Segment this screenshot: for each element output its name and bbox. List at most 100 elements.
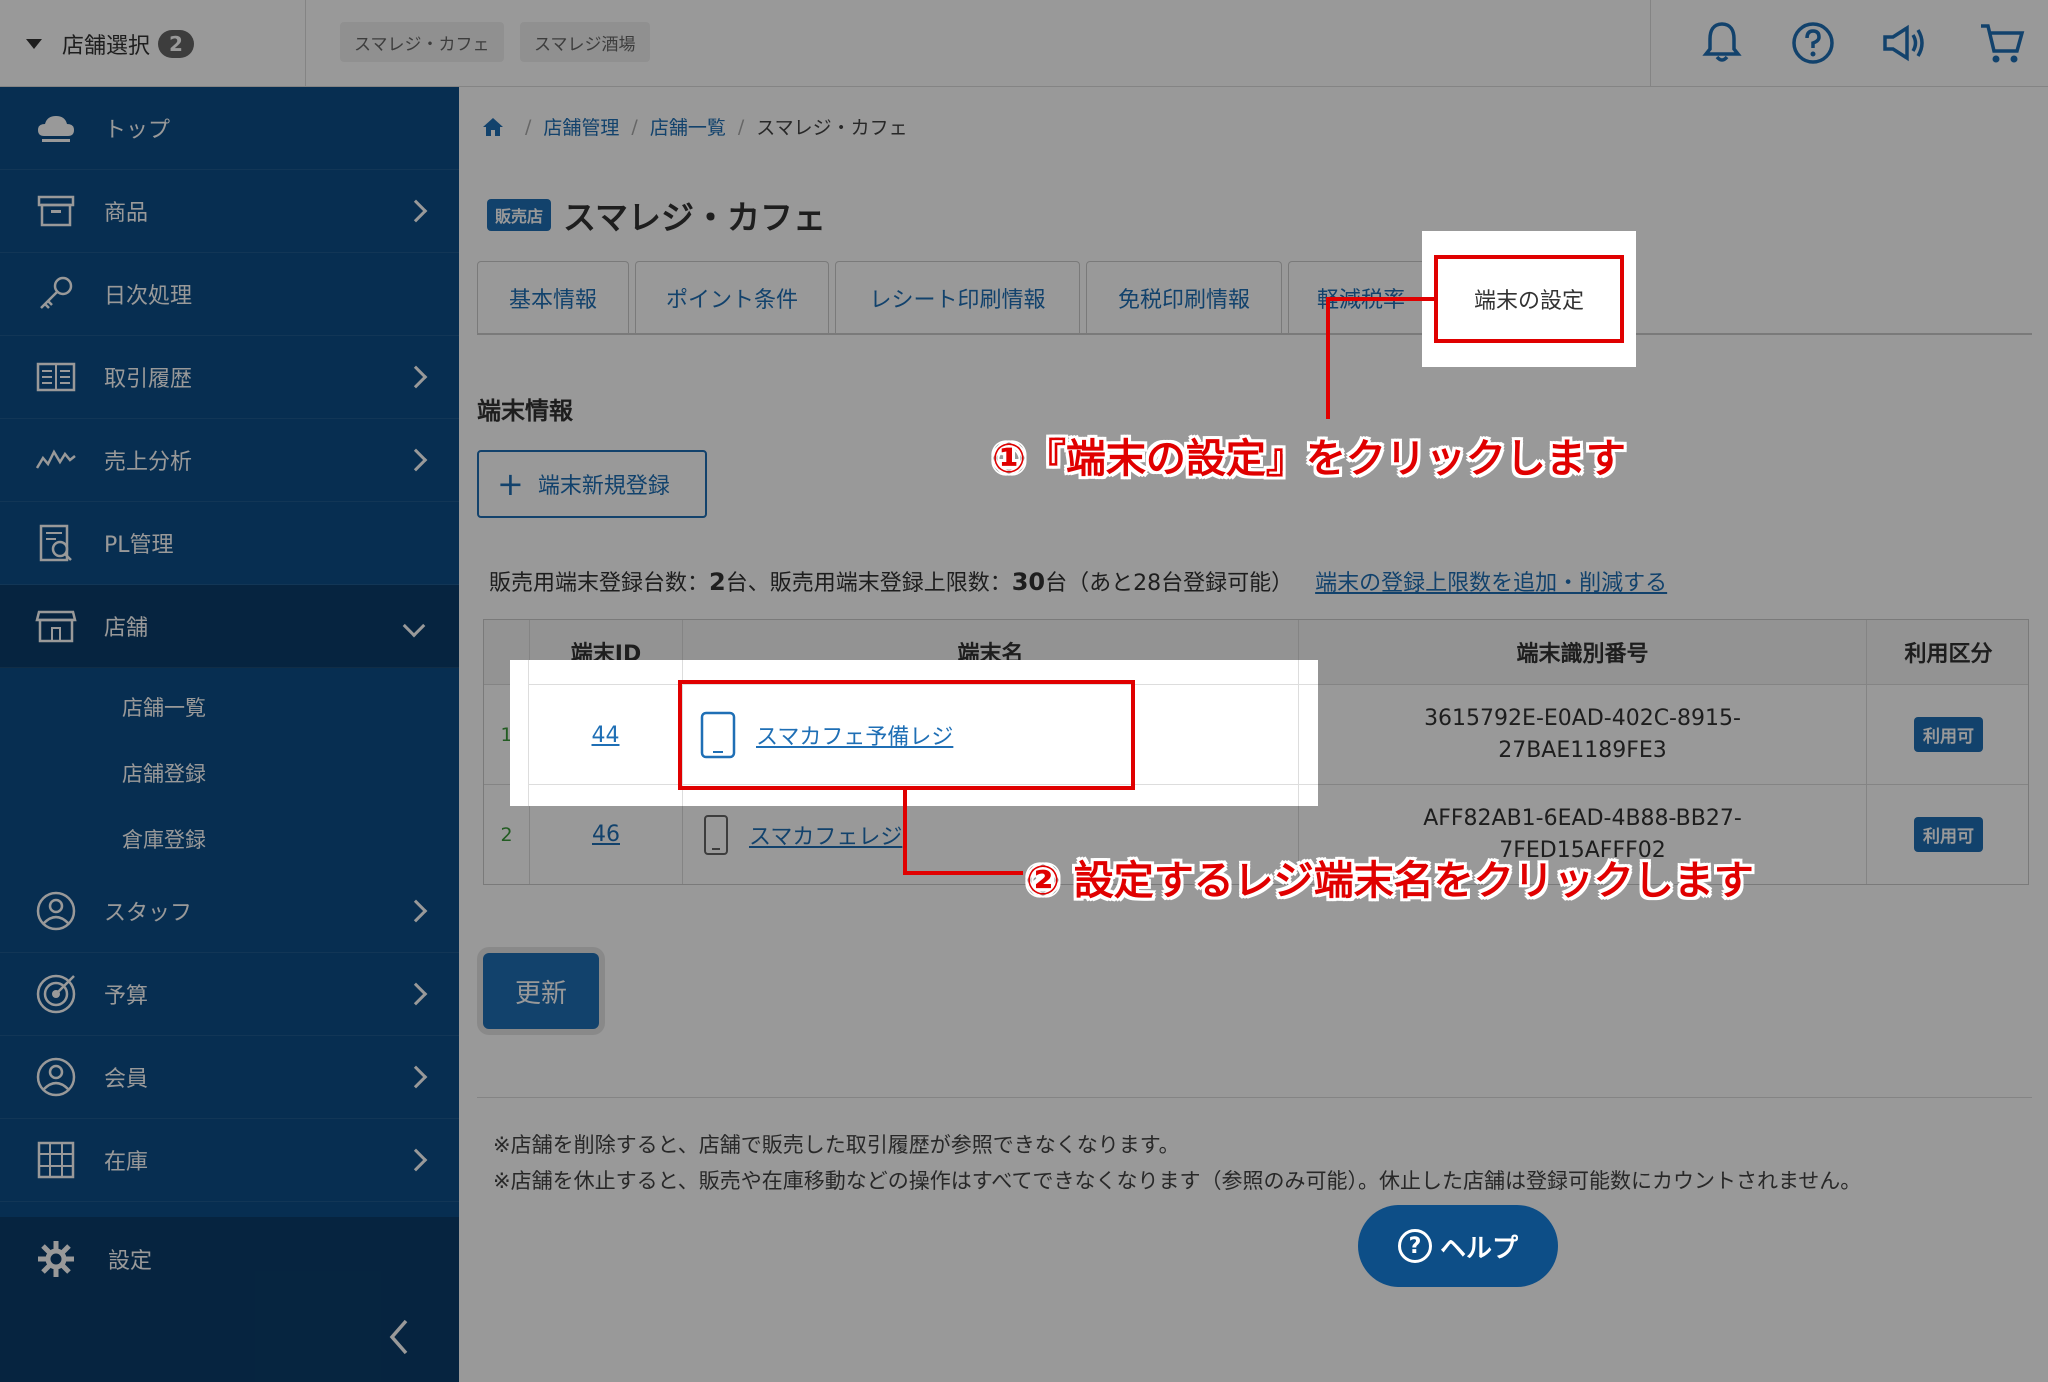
notes: ※店舗を削除すると、店舗で販売した取引履歴が参照できなくなります。 ※店舗を休止… [493,1127,2013,1199]
store-count-badge: 2 [158,29,194,58]
sidebar-item-store[interactable]: 店舗 [0,585,459,668]
caret-down-icon [26,38,42,49]
sidebar-item-daily[interactable]: 日次処理 [0,253,459,336]
chevron-right-icon [404,1065,428,1089]
user-icon [36,891,76,931]
callout-step1: ①『端末の設定』をクリックします [992,436,1626,482]
spotlight-terminal-tab: 端末の設定 [1422,231,1636,367]
sidebar-item-pl[interactable]: PL管理 [0,502,459,585]
annotation-line [903,871,1023,875]
terminal-limit-link[interactable]: 端末の登録上限数を追加・削減する [1315,571,1667,596]
chevron-right-icon [404,365,428,389]
top-icon-group [1650,0,2048,87]
report-icon [39,524,72,562]
sidebar-item-settings[interactable]: 設定 [0,1217,459,1300]
tab-terminal-settings[interactable]: 端末の設定 [1434,255,1624,343]
annotation-line [903,790,907,874]
submenu-item-store-register[interactable]: 店舗登録 [122,758,206,788]
help-button[interactable]: ? ヘルプ [1358,1205,1558,1287]
sidebar-item-label: 予算 [104,984,149,1009]
sidebar-item-label: 日次処理 [104,284,193,309]
help-icon: ? [1397,1229,1432,1263]
store-icon [35,610,77,643]
note-delete: ※店舗を削除すると、店舗で販売した取引履歴が参照できなくなります。 [493,1133,1180,1157]
add-terminal-button[interactable]: + 端末新規登録 [477,450,707,518]
breadcrumb: / 店舗管理 / 店舗一覧 / スマレジ・カフェ [481,113,908,140]
sidebar: トップ 商品 日次処理 取引履歴 売上分析 PL管理 店舗 店舗一覧 店舗登録 … [0,87,459,1382]
sidebar-item-members[interactable]: 会員 [0,1036,459,1119]
plus-icon: + [497,465,524,503]
help-circle-icon[interactable] [1788,18,1838,68]
submenu-item-store-list[interactable]: 店舗一覧 [122,692,206,722]
terminal-id-link[interactable]: 44 [592,723,620,748]
collapse-chevron-icon[interactable] [384,1317,414,1357]
key-icon [40,276,73,309]
cart-icon[interactable] [1977,18,2027,68]
chevron-right-icon [404,982,428,1006]
section-title: 端末情報 [477,397,573,425]
sidebar-item-budget[interactable]: 予算 [0,953,459,1036]
sidebar-item-label: 取引履歴 [104,367,193,392]
sidebar-item-label: スタッフ [104,901,193,926]
sidebar-item-label: 店舗 [104,616,149,641]
breadcrumb-store-management[interactable]: 店舗管理 [543,113,619,140]
sidebar-item-label: トップ [104,118,171,143]
terminal-id-link[interactable]: 46 [592,822,620,847]
store-select-dropdown[interactable]: 店舗選択 2 [0,0,306,87]
phone-icon [704,814,728,855]
sidebar-item-inventory[interactable]: 在庫 [0,1119,459,1202]
sidebar-item-history[interactable]: 取引履歴 [0,336,459,419]
header-usage: 利用区分 [1866,620,2030,684]
sidebar-footer: 設定 [0,1217,459,1382]
chevron-right-icon [404,448,428,472]
target-icon [36,974,76,1014]
annotation-line [1326,297,1330,419]
terminal-name-link[interactable]: スマカフェレジ [749,819,902,851]
tab-taxfree-print[interactable]: 免税印刷情報 [1086,261,1282,333]
add-terminal-label: 端末新規登録 [537,474,670,499]
annotation-line [1326,297,1436,301]
top-bar: 店舗選択 2 スマレジ・カフェ スマレジ酒場 [0,0,2048,87]
sidebar-item-label: 設定 [108,1248,153,1274]
store-chip-bar[interactable]: スマレジ酒場 [520,22,650,62]
page-header: 販売店 スマレジ・カフェ [487,191,826,239]
sidebar-item-products[interactable]: 商品 [0,170,459,253]
sidebar-item-label: 商品 [104,201,149,226]
status-badge: 利用可 [1914,717,1983,752]
chevron-down-icon [402,614,426,638]
grid-icon [37,1141,75,1179]
sidebar-item-label: 売上分析 [104,450,193,475]
ledger-icon [36,362,76,392]
update-button[interactable]: 更新 [483,953,599,1029]
submenu-item-warehouse-register[interactable]: 倉庫登録 [122,824,206,854]
chart-icon [35,449,76,469]
chevron-right-icon [404,199,428,223]
sidebar-item-staff[interactable]: スタッフ [0,870,459,953]
bell-icon[interactable] [1697,18,1747,68]
gear-icon [38,1240,74,1277]
sidebar-submenu-store: 店舗一覧 店舗登録 倉庫登録 [0,670,459,870]
annotation-box-terminal-name [678,680,1135,790]
megaphone-icon[interactable] [1879,18,1929,68]
cloud-icon [38,116,74,142]
store-type-badge: 販売店 [487,199,552,231]
home-icon[interactable] [481,115,505,139]
status-badge: 利用可 [1914,817,1983,852]
breadcrumb-store-list[interactable]: 店舗一覧 [650,113,726,140]
member-icon [36,1057,76,1097]
note-suspend: ※店舗を休止すると、販売や在庫移動などの操作はすべてできなくなります（参照のみ可… [493,1169,1862,1193]
callout-step2: ② 設定するレジ端末名をクリックします [1026,858,1754,904]
store-chip-cafe[interactable]: スマレジ・カフェ [340,22,504,62]
sidebar-item-top[interactable]: トップ [0,87,459,170]
terminal-count-text: 販売用端末登録台数：2台、販売用端末登録上限数：30台（あと28台登録可能） 端末… [489,568,1668,596]
header-terminal-uuid: 端末識別番号 [1298,620,1866,684]
tab-point-conditions[interactable]: ポイント条件 [635,261,829,333]
breadcrumb-current: スマレジ・カフェ [756,117,908,139]
sidebar-item-label: PL管理 [104,533,174,558]
tab-receipt-print[interactable]: レシート印刷情報 [835,261,1080,333]
sidebar-item-label: 在庫 [104,1150,149,1175]
sidebar-item-sales-analysis[interactable]: 売上分析 [0,419,459,502]
chevron-right-icon [404,1148,428,1172]
tab-basic-info[interactable]: 基本情報 [477,261,629,333]
store-select-label: 店舗選択 [62,33,151,59]
